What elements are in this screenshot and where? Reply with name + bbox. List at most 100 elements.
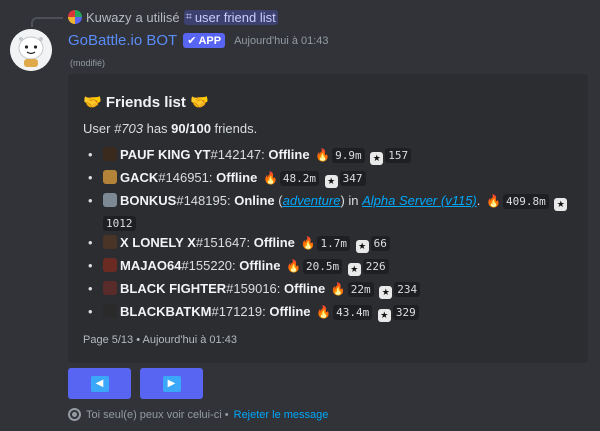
friend-level: 157 xyxy=(385,148,412,163)
desc-middle: has xyxy=(142,121,172,136)
handshake-icon: 🤝 xyxy=(190,94,209,111)
list-item: BONKUS#148195: Online (adventure) in Alp… xyxy=(88,190,583,232)
list-item: BLACKBATKM#171219: Offline 🔥43.4m ★329 xyxy=(88,301,583,324)
ephemeral-text: Toi seul(e) peux voir celui-ci • xyxy=(86,408,229,421)
desc-prefix: User xyxy=(83,121,115,136)
friend-id: #159016 xyxy=(226,281,277,296)
level-star-icon: ★ xyxy=(347,263,361,276)
player-avatar-icon xyxy=(103,304,117,318)
desc-suffix: friends. xyxy=(210,121,258,136)
bot-username[interactable]: GoBattle.io BOT xyxy=(68,32,177,49)
level-star-icon: ★ xyxy=(324,175,338,188)
level-star-icon: ★ xyxy=(377,309,391,322)
friend-name: MAJAO64 xyxy=(120,258,182,273)
arrow-right-icon: ▶ xyxy=(162,375,181,392)
friend-status: Online xyxy=(234,193,275,208)
app-badge-label: APP xyxy=(198,34,222,47)
level-star-icon: ★ xyxy=(355,240,369,253)
separator: : xyxy=(246,235,254,250)
bot-avatar-icon xyxy=(10,29,52,71)
next-page-button[interactable]: ▶ xyxy=(140,368,203,399)
reply-action: a utilisé xyxy=(135,9,180,25)
player-avatar-icon xyxy=(103,147,117,161)
friend-level: 347 xyxy=(339,171,366,186)
reply-connector xyxy=(31,17,63,27)
friend-gold: 48.2m xyxy=(279,171,320,186)
friend-status: Offline xyxy=(253,235,295,250)
friend-id: #148195 xyxy=(176,193,227,208)
check-icon: ✔ xyxy=(187,35,197,47)
friend-id: #151647 xyxy=(195,235,247,250)
friend-gold: 22m xyxy=(347,282,374,297)
friend-count: 90/100 xyxy=(171,121,211,136)
slash-command-icon: ⌗ xyxy=(185,10,192,23)
handshake-icon: 🤝 xyxy=(83,94,102,111)
command-name: user friend list xyxy=(194,9,276,25)
list-item: MAJAO64#155220: Offline 🔥20.5m ★226 xyxy=(88,255,583,278)
dismiss-message-link[interactable]: Rejeter le message xyxy=(234,409,329,421)
slash-command-link[interactable]: ⌗ user friend list xyxy=(183,9,278,25)
friend-status: Offline xyxy=(216,170,258,185)
list-item: BLACK FIGHTER#159016: Offline 🔥22m ★234 xyxy=(88,278,583,301)
player-avatar-icon xyxy=(103,235,117,249)
friend-gold: 1.7m xyxy=(317,236,350,251)
reply-user[interactable]: Kuwazy xyxy=(86,10,132,25)
friend-name: BLACKBATKM xyxy=(120,304,212,319)
user-avatar[interactable] xyxy=(68,10,82,24)
previous-page-button[interactable]: ◀ xyxy=(68,368,131,399)
embed-title-text: Friends list xyxy=(105,94,186,111)
friend-name: X LONELY X xyxy=(120,235,196,250)
player-avatar-icon xyxy=(103,258,117,272)
friend-name: BONKUS xyxy=(120,193,177,208)
friend-status: Offline xyxy=(269,304,311,319)
mode-open: ( xyxy=(274,193,283,208)
edited-label: (modifié) xyxy=(70,58,106,68)
gold-icon: 🔥 xyxy=(300,236,316,250)
eye-icon xyxy=(68,408,81,421)
friend-level: 329 xyxy=(392,305,419,320)
friends-list: PAUF KING YT#142147: Offline 🔥9.9m ★157 … xyxy=(88,144,583,324)
bot-avatar[interactable] xyxy=(10,29,52,71)
gold-icon: 🔥 xyxy=(330,282,346,296)
list-item: GACK#146951: Offline 🔥48.2m ★347 xyxy=(88,167,583,190)
embed-footer: Page 5/13 • Aujourd'hui à 01:43 xyxy=(83,334,237,346)
user-id: #703 xyxy=(114,121,143,136)
arrow-left-icon: ◀ xyxy=(90,375,109,392)
list-item: PAUF KING YT#142147: Offline 🔥9.9m ★157 xyxy=(88,144,583,167)
friend-gold: 409.8m xyxy=(502,194,549,209)
list-item: X LONELY X#151647: Offline 🔥1.7m ★66 xyxy=(88,232,583,255)
message-timestamp[interactable]: Aujourd'hui à 01:43 xyxy=(234,35,328,47)
message-header: GoBattle.io BOT ✔ APP Aujourd'hui à 01:4… xyxy=(68,32,329,49)
command-reply-context[interactable]: Kuwazy a utilisé ⌗ user friend list xyxy=(68,8,278,26)
game-mode-link[interactable]: adventure xyxy=(283,193,341,208)
level-star-icon: ★ xyxy=(379,286,393,299)
embed-title: 🤝 Friends list 🤝 xyxy=(83,93,209,111)
friend-level: 234 xyxy=(394,282,421,297)
friend-status: Offline xyxy=(284,281,326,296)
friend-level: 226 xyxy=(362,259,389,274)
gold-icon: 🔥 xyxy=(286,259,302,273)
friend-gold: 43.4m xyxy=(333,305,373,320)
friend-name: PAUF KING YT xyxy=(120,147,211,162)
app-badge: ✔ APP xyxy=(183,33,226,48)
server-end: . xyxy=(476,193,481,208)
friend-id: #171219 xyxy=(211,304,263,319)
embed-description: User #703 has 90/100 friends. xyxy=(83,121,257,136)
mode-close: ) in xyxy=(340,193,363,208)
server-link[interactable]: Alpha Server (v115) xyxy=(362,193,477,208)
player-avatar-icon xyxy=(103,170,117,184)
separator: : xyxy=(276,281,285,296)
gold-icon: 🔥 xyxy=(315,148,331,162)
friend-name: BLACK FIGHTER xyxy=(120,281,227,296)
friend-id: #142147 xyxy=(210,147,262,162)
gold-icon: 🔥 xyxy=(486,194,501,208)
friend-gold: 20.5m xyxy=(303,259,343,274)
level-star-icon: ★ xyxy=(554,198,568,211)
friend-id: #155220 xyxy=(181,258,233,273)
friend-gold: 9.9m xyxy=(332,148,365,163)
gold-icon: 🔥 xyxy=(316,305,332,319)
player-avatar-icon xyxy=(103,281,117,295)
player-avatar-icon xyxy=(103,193,117,207)
ephemeral-notice: Toi seul(e) peux voir celui-ci • Rejeter… xyxy=(68,408,328,421)
friend-status: Offline xyxy=(268,147,310,162)
